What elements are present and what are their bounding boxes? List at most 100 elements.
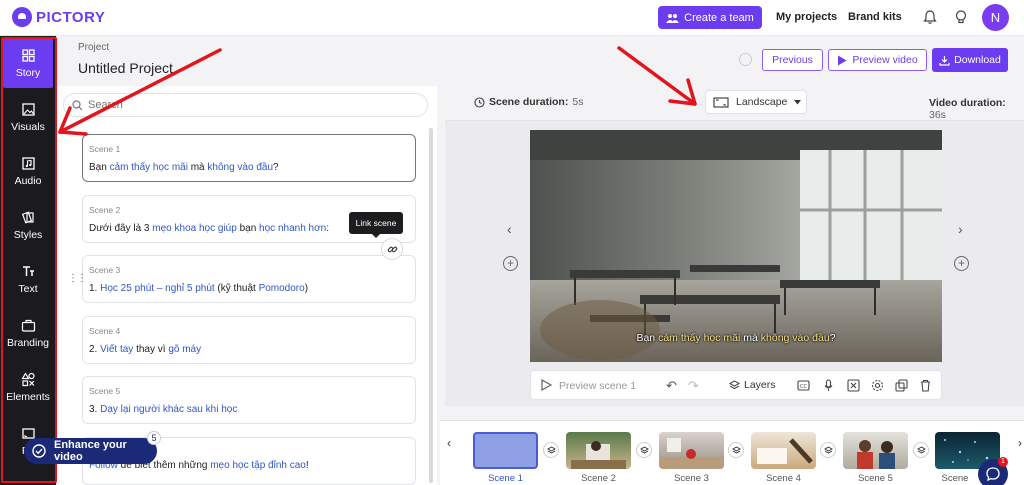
scene-text[interactable]: Bạn cảm thấy học mãi mà không vào đầu?: [89, 162, 409, 173]
svg-text:CC: CC: [800, 384, 807, 390]
project-title[interactable]: Untitled Project: [78, 60, 173, 76]
nav-styles[interactable]: Styles: [3, 200, 53, 250]
lightbulb-icon[interactable]: [953, 9, 969, 25]
image-icon: [21, 102, 35, 116]
redo-icon[interactable]: ↷: [688, 378, 699, 394]
loading-icon: [739, 53, 752, 66]
link-icon: [387, 246, 397, 252]
download-button[interactable]: Download: [932, 48, 1008, 72]
chat-icon: [986, 467, 1000, 482]
trim-icon[interactable]: [847, 379, 860, 392]
search-icon: [72, 99, 83, 110]
download-icon: [939, 55, 950, 66]
timeline-label-2: Scene 2: [581, 473, 616, 484]
prev-scene-arrow-icon[interactable]: ‹: [507, 221, 512, 237]
my-projects-link[interactable]: My projects: [776, 11, 837, 23]
landscape-icon: [713, 96, 729, 108]
team-icon: [666, 13, 680, 23]
nav-text-label: Text: [18, 282, 38, 295]
video-preview[interactable]: Bạn cảm thấy học mãi mà không vào đầu?: [530, 130, 942, 362]
add-scene-before-icon[interactable]: +: [503, 256, 518, 271]
nav-audio-label: Audio: [14, 174, 42, 187]
drag-handle-icon[interactable]: ⋮⋮: [68, 273, 87, 284]
scene-label: Scene 1: [89, 144, 121, 154]
layers-button[interactable]: Layers: [729, 379, 776, 391]
create-team-button[interactable]: Create a team: [658, 6, 762, 29]
nav-visuals-label: Visuals: [11, 120, 45, 133]
orientation-select[interactable]: Landscape: [705, 90, 807, 114]
link-scene-button[interactable]: [381, 238, 403, 260]
story-icon: [21, 48, 35, 62]
chevron-down-icon: [794, 99, 802, 104]
orientation-value: Landscape: [736, 96, 788, 108]
avatar[interactable]: N: [982, 4, 1009, 31]
settings-gear-icon[interactable]: [871, 379, 884, 392]
timeline-left-arrow-icon[interactable]: ‹: [447, 436, 451, 450]
scene-label: Scene 4: [89, 326, 121, 336]
timeline-label-5: Scene 5: [858, 473, 893, 484]
search-input[interactable]: [88, 99, 388, 111]
scene-text[interactable]: 2. Viết tay thay vì gõ máy: [89, 344, 409, 355]
scene-label: Scene 5: [89, 386, 121, 396]
timeline-label-3: Scene 3: [674, 473, 709, 484]
nav-story[interactable]: Story: [3, 38, 53, 88]
project-label: Project: [78, 42, 110, 53]
logo[interactable]: PICTORY: [12, 7, 105, 27]
scene-text[interactable]: 3. Dạy lại người khác sau khi học: [89, 404, 409, 415]
preview-video-label: Preview video: [852, 54, 918, 66]
scene-text[interactable]: 1. Học 25 phút – nghỉ 5 phút (kỹ thuật P…: [89, 283, 409, 294]
link-scene-tooltip: Link scene: [349, 212, 403, 238]
nav-text[interactable]: Text: [3, 254, 53, 304]
next-scene-arrow-icon[interactable]: ›: [958, 221, 963, 237]
search-box[interactable]: [63, 93, 428, 117]
scene-card-5[interactable]: Scene 5 3. Dạy lại người khác sau khi họ…: [82, 376, 416, 424]
scene-label: Scene 3: [89, 265, 121, 275]
timeline-thumb-4[interactable]: [751, 432, 816, 469]
scene-card-1[interactable]: Scene 1 Bạn cảm thấy học mãi mà không và…: [82, 134, 416, 182]
timeline-thumb-5[interactable]: [843, 432, 908, 469]
duplicate-icon[interactable]: [895, 379, 908, 392]
play-icon[interactable]: [541, 379, 552, 391]
previous-button[interactable]: Previous: [762, 49, 823, 71]
brand-kits-link[interactable]: Brand kits: [848, 11, 902, 23]
preview-video-button[interactable]: Preview video: [828, 49, 927, 71]
enhance-label: Enhance your video: [54, 439, 127, 463]
pictory-logo-icon: [12, 7, 32, 27]
nav-audio[interactable]: Audio: [3, 146, 53, 196]
nav-elements[interactable]: Elements: [3, 362, 53, 412]
captions-icon[interactable]: CC: [797, 379, 810, 392]
timeline-thumb-3[interactable]: [659, 432, 724, 469]
timeline-right-arrow-icon[interactable]: ›: [1018, 436, 1022, 450]
timeline-thumb-2[interactable]: [566, 432, 631, 469]
trash-icon[interactable]: [919, 379, 932, 392]
layers-icon[interactable]: [636, 442, 652, 458]
clock-icon: [474, 96, 485, 108]
script-scrollbar[interactable]: [429, 128, 433, 483]
timeline-label-4: Scene 4: [766, 473, 801, 484]
microphone-icon[interactable]: [822, 379, 835, 392]
nav-branding[interactable]: Branding: [3, 308, 53, 358]
text-icon: [22, 265, 34, 276]
classroom-image: [530, 130, 942, 362]
create-team-label: Create a team: [684, 11, 754, 24]
nav-elements-label: Elements: [6, 390, 50, 403]
scene-card-3[interactable]: Scene 3 1. Học 25 phút – nghỉ 5 phút (kỹ…: [82, 255, 416, 303]
layers-icon[interactable]: [543, 442, 559, 458]
player-toolbar: Preview scene 1 ↶ ↷ Layers CC: [530, 370, 942, 400]
brand-name: PICTORY: [36, 8, 106, 26]
timeline-thumb-1[interactable]: [473, 432, 538, 469]
nav-visuals[interactable]: Visuals: [3, 92, 53, 142]
briefcase-icon: [21, 319, 35, 332]
scene-card-4[interactable]: Scene 4 2. Viết tay thay vì gõ máy: [82, 316, 416, 364]
add-scene-after-icon[interactable]: +: [954, 256, 969, 271]
layers-icon[interactable]: [820, 442, 836, 458]
top-bar: PICTORY Create a team My projects Brand …: [0, 0, 1024, 36]
scene-duration: Scene duration: 5s: [474, 96, 583, 108]
layers-label: Layers: [744, 379, 776, 391]
bell-icon[interactable]: [922, 9, 938, 25]
video-duration: Video duration: 36s: [929, 97, 1006, 121]
layers-icon[interactable]: [728, 442, 744, 458]
undo-icon[interactable]: ↶: [666, 378, 677, 394]
layers-icon[interactable]: [913, 442, 929, 458]
check-badge-icon: [28, 440, 50, 462]
